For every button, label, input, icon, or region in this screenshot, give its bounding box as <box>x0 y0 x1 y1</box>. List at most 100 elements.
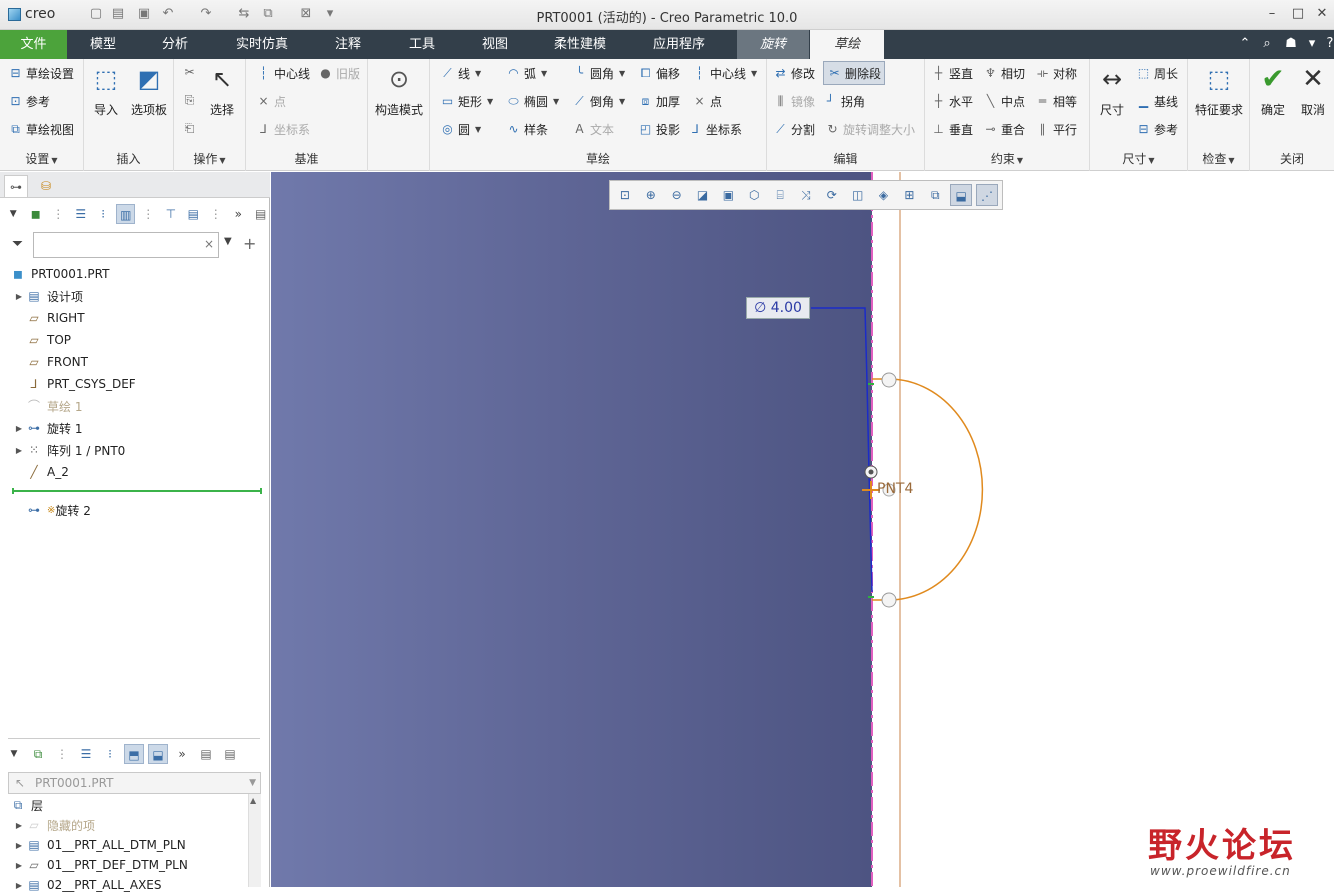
perspective-icon[interactable]: ⤨ <box>795 184 817 206</box>
filter-funnel-icon[interactable]: ⏷ <box>12 236 23 252</box>
mirror-button[interactable]: ⫼ 镜像 <box>773 91 815 111</box>
tree-filter-icon[interactable]: ⁝ <box>94 204 112 224</box>
layer-filter-icon[interactable]: ⁝ <box>100 744 120 764</box>
sketch-view-button[interactable]: ⧉ 草绘视图 <box>8 119 74 139</box>
thicken-button[interactable]: ⧈ 加厚 <box>638 91 680 111</box>
expand-icon[interactable]: ▶ <box>12 821 26 830</box>
tree-columns-icon[interactable]: ▥ <box>116 204 136 224</box>
layer-properties-icon[interactable]: ▤ <box>196 744 216 764</box>
tab-file[interactable]: 文件 <box>0 30 67 59</box>
refit-icon[interactable]: ⊡ <box>614 184 636 206</box>
spline-button[interactable]: ∿ 样条 <box>506 119 548 139</box>
add-column-icon[interactable]: + <box>243 234 256 253</box>
tree-item-front[interactable]: ▱ FRONT <box>26 351 88 373</box>
search-icon[interactable]: ⌕ <box>1259 36 1275 52</box>
layer-show-icon[interactable]: ⬒ <box>124 744 144 764</box>
tab-revolve[interactable]: 旋转 <box>737 30 809 59</box>
fillet-button[interactable]: ╰ 圆角 ▼ <box>572 63 625 83</box>
tab-view[interactable]: 视图 <box>465 30 525 59</box>
tree-item-top[interactable]: ▱ TOP <box>26 329 71 351</box>
palette-button[interactable]: ◩ 选项板 <box>126 63 172 118</box>
spin-center-icon[interactable]: ⟳ <box>821 184 843 206</box>
layer-list-icon[interactable]: ☰ <box>76 744 96 764</box>
graphics-window[interactable]: ∅ 4.00 PNT4 ⊡ ⊕ ⊖ ◪ ▣ ⬡ ⌸ ⤨ ⟳ ◫ ◈ ⊞ ⧉ ⬓ … <box>271 172 1334 887</box>
details-icon[interactable]: ▤ <box>251 204 269 224</box>
cut-icon[interactable]: ✂ <box>182 65 197 80</box>
view-manager-icon[interactable]: ⌸ <box>769 184 791 206</box>
layer-root[interactable]: ⧉ 层 <box>10 794 43 816</box>
clear-search-icon[interactable]: × <box>204 237 214 251</box>
expand-icon[interactable]: ▶ <box>12 881 26 890</box>
layer-collapse-icon[interactable]: ▼ <box>4 744 24 764</box>
reference-dim-button[interactable]: ⊟ 参考 <box>1136 119 1178 139</box>
datum-display-icon[interactable]: ◈ <box>873 184 895 206</box>
tab-model[interactable]: 模型 <box>73 30 133 59</box>
paste-icon[interactable]: ⎗ <box>182 121 197 136</box>
expand-icon[interactable]: ▶ <box>12 861 26 870</box>
sketch-setup-button[interactable]: ⊟ 草绘设置 <box>8 63 74 83</box>
legacy-button[interactable]: ● 旧版 <box>318 63 360 83</box>
tab-annotate[interactable]: 注释 <box>318 30 378 59</box>
group-label-dimension[interactable]: 尺寸 ▼ <box>1090 150 1187 167</box>
tangent-constraint-top-icon[interactable] <box>881 372 897 388</box>
layer-more-icon[interactable]: » <box>172 744 192 764</box>
select-button[interactable]: ↖ 选择 <box>204 63 240 118</box>
tab-tools[interactable]: 工具 <box>392 30 452 59</box>
layer-item-all-axes[interactable]: ▶ ▤ 02__PRT_ALL_AXES <box>12 874 162 896</box>
maximize-icon[interactable]: □ <box>1288 5 1308 23</box>
folder-browser-tab-icon[interactable]: ⛁ <box>34 175 58 197</box>
construction-mode-button[interactable]: ⊙ 构造模式 <box>370 63 428 118</box>
layer-item-all-dtm-pln[interactable]: ▶ ▤ 01__PRT_ALL_DTM_PLN <box>12 834 186 856</box>
model-tree-tab-icon[interactable]: ⊶ <box>4 175 28 197</box>
text-button[interactable]: A 文本 <box>572 119 614 139</box>
datum-centerline-button[interactable]: ┆ 中心线 <box>256 63 310 83</box>
tab-applications[interactable]: 应用程序 <box>641 30 717 59</box>
tree-item-axis[interactable]: ╱ A_2 <box>26 461 68 483</box>
horizontal-constraint-button[interactable]: ┼ 水平 <box>931 91 973 111</box>
minimize-icon[interactable]: – <box>1262 5 1282 23</box>
perpendicular-constraint-button[interactable]: ⊥ 垂直 <box>931 119 973 139</box>
layer-model-selector[interactable]: ↖ PRT0001.PRT ▼ <box>8 772 261 794</box>
tab-analysis[interactable]: 分析 <box>145 30 205 59</box>
tree-collapse-icon[interactable]: ▼ <box>4 204 22 224</box>
modify-button[interactable]: ⇄ 修改 <box>773 63 815 83</box>
group-label-inspect[interactable]: 检查 ▼ <box>1188 150 1249 167</box>
help-question-icon[interactable]: ? <box>1322 36 1334 52</box>
show-icon[interactable]: ⊤ <box>162 204 180 224</box>
equal-constraint-button[interactable]: ═ 相等 <box>1035 91 1077 111</box>
rectangle-button[interactable]: ▭ 矩形 ▼ <box>440 91 493 111</box>
circle-button[interactable]: ◎ 圆 ▼ <box>440 119 481 139</box>
vertical-constraint-button[interactable]: ┼ 竖直 <box>931 63 973 83</box>
sketch-csys-button[interactable]: ⅃ 坐标系 <box>688 119 742 139</box>
layers-icon[interactable]: ⧉ <box>28 744 48 764</box>
layer-item-def-dtm-pln[interactable]: ▶ ▱ 01__PRT_DEF_DTM_PLN <box>12 854 188 876</box>
layer-item-hidden[interactable]: ▶ ▱ 隐藏的项 <box>12 814 95 836</box>
centerline-button[interactable]: ┆ 中心线 ▼ <box>692 63 757 83</box>
tree-item-revolve1[interactable]: ▶ ⊶ 旋转 1 <box>12 417 83 439</box>
tree-root[interactable]: ◼ PRT0001.PRT <box>10 263 109 285</box>
tab-flexible-modeling[interactable]: 柔性建模 <box>542 30 618 59</box>
show-constraints-icon[interactable]: ⬓ <box>950 184 973 206</box>
tree-settings-icon[interactable]: ☰ <box>71 204 89 224</box>
layer-details-icon[interactable]: ▤ <box>220 744 240 764</box>
expand-icon[interactable]: ▶ <box>12 841 26 850</box>
references-button[interactable]: ⊡ 参考 <box>8 91 50 111</box>
sketcher-display-icon[interactable]: ⧉ <box>924 184 946 206</box>
zoom-out-icon[interactable]: ⊖ <box>666 184 688 206</box>
tab-menu-icon[interactable]: ▾ <box>1304 36 1320 52</box>
chamfer-button[interactable]: ⟋ 倒角 ▼ <box>572 91 625 111</box>
display-style-icon[interactable]: ▣ <box>717 184 739 206</box>
coincident-constraint-button[interactable]: ⊸ 重合 <box>983 119 1025 139</box>
datum-csys-button[interactable]: ⅃ 坐标系 <box>256 119 310 139</box>
model-display-icon[interactable]: ◼ <box>26 204 44 224</box>
help-icon[interactable]: ☗ <box>1283 36 1299 52</box>
ellipse-button[interactable]: ⬭ 椭圆 ▼ <box>506 91 559 111</box>
cancel-button[interactable]: ✕ 取消 <box>1294 63 1332 118</box>
close-icon[interactable]: ✕ <box>1312 5 1332 23</box>
collapse-ribbon-icon[interactable]: ⌃ <box>1237 36 1253 52</box>
group-label-setup[interactable]: 设置 ▼ <box>0 150 83 167</box>
tangent-constraint-bottom-icon[interactable] <box>881 592 897 608</box>
dimension-button[interactable]: ↔ 尺寸 <box>1092 63 1132 118</box>
zoom-in-icon[interactable]: ⊕ <box>640 184 662 206</box>
tree-item-revolve2[interactable]: ⊶ ※ 旋转 2 <box>26 499 91 521</box>
